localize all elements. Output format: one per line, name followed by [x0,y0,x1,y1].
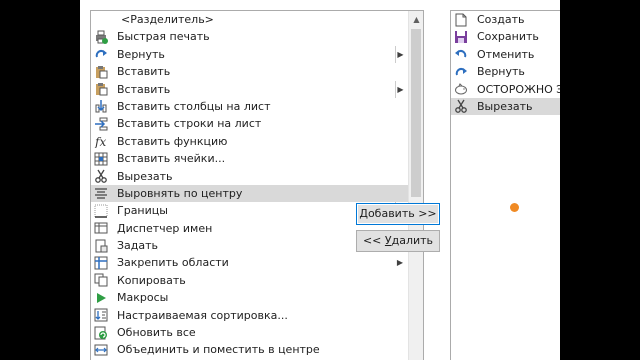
undo-icon [455,50,467,58]
available-command-item[interactable]: Вставить столбцы на лист [91,98,409,115]
available-command-item-label: <Разделитель> [121,13,214,26]
toolbar-commands-list[interactable]: Создать Сохранить Отменить Вернуть ОСТОРОЖНО… [450,10,560,360]
available-command-item-label: Границы [117,204,168,218]
scissors-icon [455,100,467,114]
toolbar-command-item-label: Вырезать [477,99,533,113]
add-button-rest: обавить >> [367,207,437,220]
paste-options-icon [96,83,108,96]
insert-rows-icon [95,117,108,131]
available-command-item-label: Обновить все [117,326,196,340]
cursor-highlight-dot [510,203,519,212]
set-print-area-icon [95,239,108,253]
available-command-item[interactable]: Вернуть ▶ [91,45,409,63]
available-command-item-label: Объединить и поместить в центре [117,343,320,357]
available-command-item[interactable]: Вставить ▶ [91,80,409,98]
toolbar-command-item[interactable]: Вырезать [451,97,560,116]
available-command-item[interactable]: Вставить ячейки... [91,150,409,167]
copy-icon [94,273,108,287]
svg-text:fx: fx [94,135,106,148]
available-command-item[interactable]: Выровнять по центру [91,184,409,203]
toolbar-command-item[interactable]: Вернуть [451,63,560,80]
available-command-item[interactable]: Обновить все [91,324,409,341]
remove-button-rest: далить [391,234,434,247]
available-commands-list[interactable]: <Разделитель> Быстрая печать Вернуть ▶ Встав… [90,10,424,360]
paste-icon [96,65,108,79]
available-command-item-label: Вернуть [117,47,165,61]
new-file-icon [455,13,467,26]
toolbar-command-item[interactable]: Создать [451,11,560,28]
available-command-item[interactable]: <Разделитель> [91,11,409,28]
available-command-item-label: Копировать [117,273,186,287]
toolbar-command-item-label: ОСТОРОЖНО ЭТ [477,82,560,96]
scroll-up-arrow-icon[interactable]: ▲ [409,11,423,28]
available-command-item-label: Вставить [117,65,171,79]
available-command-item-label: Вставить [117,82,171,96]
available-command-item-label: Макросы [117,291,169,305]
vertical-scrollbar[interactable]: ▲ [408,11,423,360]
toolbar-command-item[interactable]: Сохранить [451,28,560,45]
save-icon [455,30,467,43]
macros-icon [97,292,106,303]
add-button-accesskey: Д [359,207,368,220]
submenu-arrow-icon[interactable]: ▶ [395,254,405,271]
toolbar-command-item-label: Вернуть [477,65,525,79]
available-command-item-label: Быстрая печать [117,30,210,44]
available-command-item[interactable]: Макросы [91,289,409,306]
refresh-all-icon [94,326,107,340]
available-command-item-label: Вставить строки на лист [117,117,262,131]
available-command-item[interactable]: Настраиваемая сортировка... [91,307,409,324]
available-command-item[interactable]: Вставить [91,63,409,80]
available-command-item[interactable]: Закрепить области ▶ [91,254,409,271]
available-command-item[interactable]: Объединить и поместить в центре [91,341,409,358]
custom-sort-icon [94,308,108,322]
function-icon: fx [94,135,106,148]
available-command-item[interactable]: Копировать [91,272,409,289]
remove-button-pre: << [362,234,385,247]
insert-cells-icon [94,152,108,166]
available-command-item[interactable]: Вырезать [91,168,409,185]
available-command-item-label: Диспетчер имен [117,221,213,235]
insert-columns-icon [95,100,107,113]
toolbar-commands-rows: Создать Сохранить Отменить Вернуть ОСТОРОЖНО… [451,11,560,116]
available-command-item-label: Закрепить области [117,256,229,270]
toolbar-command-item[interactable]: Отменить [451,46,560,63]
merge-center-icon [94,344,108,356]
quick-print-icon [96,30,108,44]
toolbar-command-item-label: Отменить [477,47,535,61]
piggy-bank-icon [455,83,467,95]
redo-icon [455,67,467,76]
available-command-item[interactable]: Вставить строки на лист [91,115,409,132]
available-command-item-label: Вставить ячейки... [117,152,226,166]
available-command-item-label: Вырезать [117,169,173,183]
redo-icon [95,50,107,58]
available-commands-rows: <Разделитель> Быстрая печать Вернуть ▶ Встав… [91,11,409,359]
scissors-icon [95,169,107,183]
toolbar-command-item[interactable]: ОСТОРОЖНО ЭТ [451,81,560,98]
available-command-item[interactable]: Быстрая печать [91,28,409,45]
toolbar-command-item-label: Сохранить [477,30,539,44]
name-manager-icon [94,222,108,234]
available-command-item-label: Настраиваемая сортировка... [117,308,288,322]
add-button[interactable]: Добавить >> [356,203,440,225]
toolbar-command-item-label: Создать [477,13,525,26]
scrollbar-thumb[interactable] [411,29,421,197]
freeze-panes-icon [94,256,108,270]
customize-quick-access-dialog: <Разделитель> Быстрая печать Вернуть ▶ Встав… [80,0,560,360]
available-command-item-label: Вставить функцию [117,134,228,148]
available-command-item-label: Вставить столбцы на лист [117,99,271,113]
borders-icon [94,204,108,218]
submenu-arrow-icon[interactable]: ▶ [395,45,405,63]
available-command-item-label: Задать [117,239,159,253]
remove-button-accesskey: У [384,234,392,247]
align-center-icon [95,188,107,200]
available-command-item-label: Выровнять по центру [117,186,243,200]
available-command-item[interactable]: fx Вставить функцию [91,133,409,150]
submenu-arrow-icon[interactable]: ▶ [395,80,405,98]
remove-button[interactable]: << Удалить [356,230,440,252]
